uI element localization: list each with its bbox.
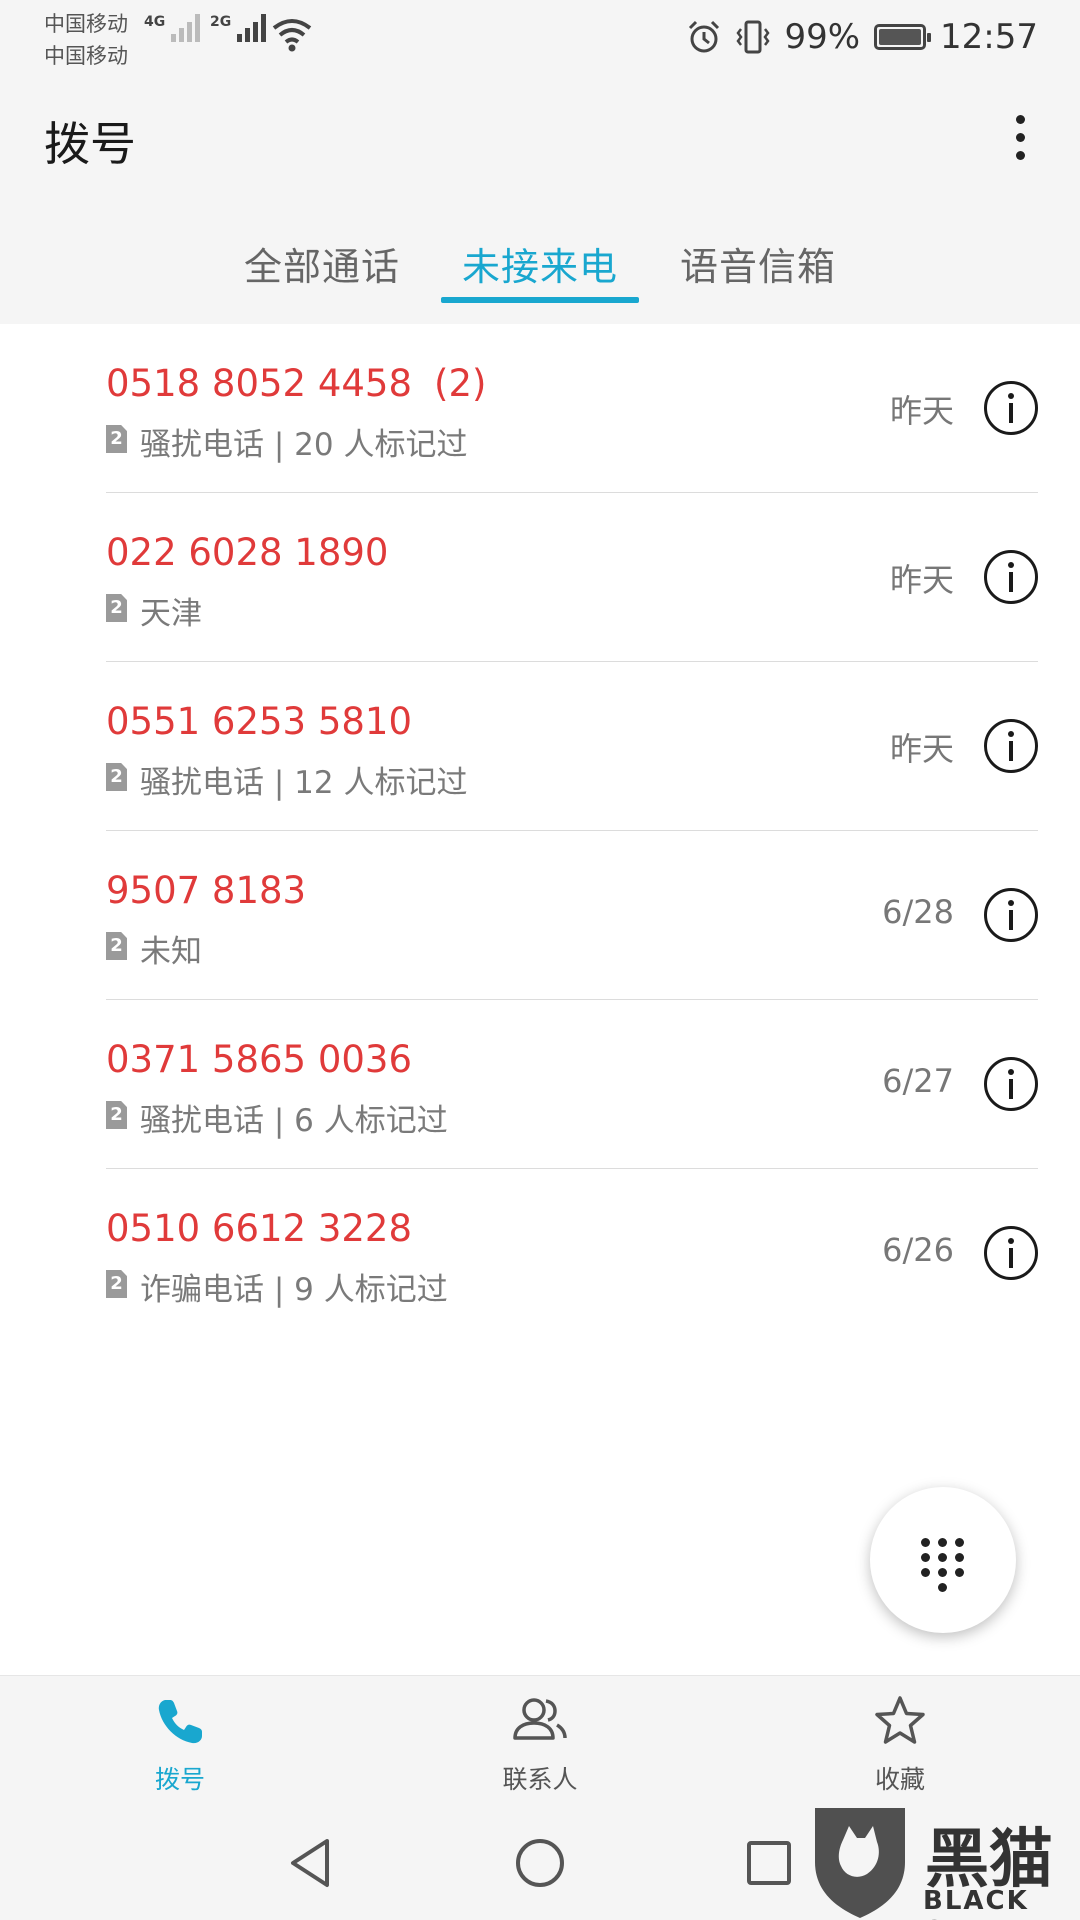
call-count: (2) (434, 362, 487, 405)
call-date: 6/28 (882, 893, 954, 931)
call-number: 0371 5865 0036 (106, 1038, 413, 1081)
nav-label-contacts: 联系人 (502, 1765, 578, 1794)
sim-card-icon: 2 (106, 763, 127, 791)
wifi-icon (272, 19, 312, 52)
alarm-icon (689, 20, 720, 53)
vibrate-icon (736, 20, 770, 54)
bottom-nav: 拨号 联系人 收藏 (0, 1675, 1080, 1805)
call-date: 昨天 (889, 392, 954, 430)
contacts-icon (513, 1698, 567, 1740)
info-icon[interactable] (984, 1057, 1038, 1111)
network-2-label: 2G (210, 14, 232, 30)
battery-icon (874, 24, 932, 50)
info-icon[interactable] (984, 888, 1038, 942)
call-description: 骚扰电话 | 12 人标记过 (140, 765, 468, 801)
call-row[interactable]: 0518 8052 4458 (2) 2 骚扰电话 | 20 人标记过 昨天 (0, 324, 1080, 493)
tab-voicemail[interactable]: 语音信箱 (680, 236, 836, 291)
call-number: 022 6028 1890 (106, 531, 389, 574)
call-description: 诈骗电话 | 9 人标记过 (140, 1272, 448, 1308)
call-number: 0510 6612 3228 (106, 1207, 413, 1250)
carrier-1-label: 中国移动 (44, 12, 128, 36)
signal-2-icon: 2G (210, 14, 267, 42)
signal-1-icon: 4G (144, 14, 201, 42)
battery-fill (879, 29, 922, 45)
call-description: 骚扰电话 | 20 人标记过 (140, 427, 468, 463)
call-number: 9507 8183 (106, 869, 307, 912)
shield-cat-logo-icon (815, 1808, 905, 1918)
call-description: 骚扰电话 | 6 人标记过 (140, 1103, 448, 1139)
call-date: 6/27 (882, 1062, 954, 1100)
battery-percent: 99% (784, 17, 861, 57)
home-circle-icon (516, 1838, 564, 1887)
dialpad-button[interactable] (870, 1487, 1016, 1633)
app-bar: 拨号 (0, 74, 1080, 200)
call-log-tabs: 全部通话 未接来电 语音信箱 (0, 200, 1080, 324)
call-date: 昨天 (889, 561, 954, 599)
info-icon[interactable] (984, 1226, 1038, 1280)
call-description: 天津 (140, 596, 202, 632)
sim-card-icon: 2 (106, 1101, 127, 1129)
info-icon[interactable] (984, 381, 1038, 435)
phone-icon (158, 1700, 202, 1744)
home-button[interactable] (485, 1805, 595, 1920)
recents-square-icon (747, 1840, 791, 1885)
call-row[interactable]: 022 6028 1890 2 天津 昨天 (0, 493, 1080, 662)
info-icon[interactable] (984, 719, 1038, 773)
missed-call-list: 0518 8052 4458 (2) 2 骚扰电话 | 20 人标记过 昨天 02… (0, 324, 1080, 1675)
nav-item-favorites[interactable]: 收藏 (800, 1676, 1000, 1806)
watermark-subtext: BLACK CAT (923, 1886, 1029, 1920)
status-bar: 中国移动 中国移动 4G 2G 99% 12:57 (0, 0, 1080, 74)
star-icon (875, 1696, 925, 1744)
more-options-icon[interactable] (1000, 104, 1040, 170)
carrier-labels: 中国移动 中国移动 (44, 8, 128, 72)
network-1-label: 4G (144, 14, 166, 30)
nav-label-favorites: 收藏 (874, 1765, 925, 1794)
status-indicators: 99% 12:57 (686, 12, 1038, 62)
nav-item-dialer[interactable]: 拨号 (80, 1676, 280, 1806)
sim-card-icon: 2 (106, 932, 127, 960)
page-title: 拨号 (44, 117, 136, 171)
info-icon[interactable] (984, 550, 1038, 604)
sim-card-icon: 2 (106, 425, 127, 453)
call-description: 未知 (140, 934, 202, 970)
carrier-2-label: 中国移动 (44, 44, 128, 68)
call-number: 0518 8052 4458 (2) (106, 362, 487, 405)
call-row[interactable]: 0510 6612 3228 2 诈骗电话 | 9 人标记过 6/26 (0, 1169, 1080, 1338)
back-button[interactable] (255, 1805, 365, 1920)
watermark: 黑猫 BLACK CAT (805, 1800, 1080, 1920)
call-date: 昨天 (889, 730, 954, 768)
active-tab-indicator (441, 297, 639, 303)
sim-card-icon: 2 (106, 594, 127, 622)
nav-label-dialer: 拨号 (154, 1765, 205, 1794)
tab-missed-calls[interactable]: 未接来电 (462, 236, 618, 291)
nav-item-contacts[interactable]: 联系人 (440, 1676, 640, 1806)
call-number: 0551 6253 5810 (106, 700, 413, 743)
call-date: 6/26 (882, 1231, 954, 1269)
call-row[interactable]: 9507 8183 2 未知 6/28 (0, 831, 1080, 1000)
tab-all-calls[interactable]: 全部通话 (244, 236, 400, 291)
call-row[interactable]: 0371 5865 0036 2 骚扰电话 | 6 人标记过 6/27 (0, 1000, 1080, 1169)
clock: 12:57 (940, 17, 1038, 57)
call-row[interactable]: 0551 6253 5810 2 骚扰电话 | 12 人标记过 昨天 (0, 662, 1080, 831)
sim-card-icon: 2 (106, 1270, 127, 1298)
back-triangle-icon (291, 1838, 329, 1887)
